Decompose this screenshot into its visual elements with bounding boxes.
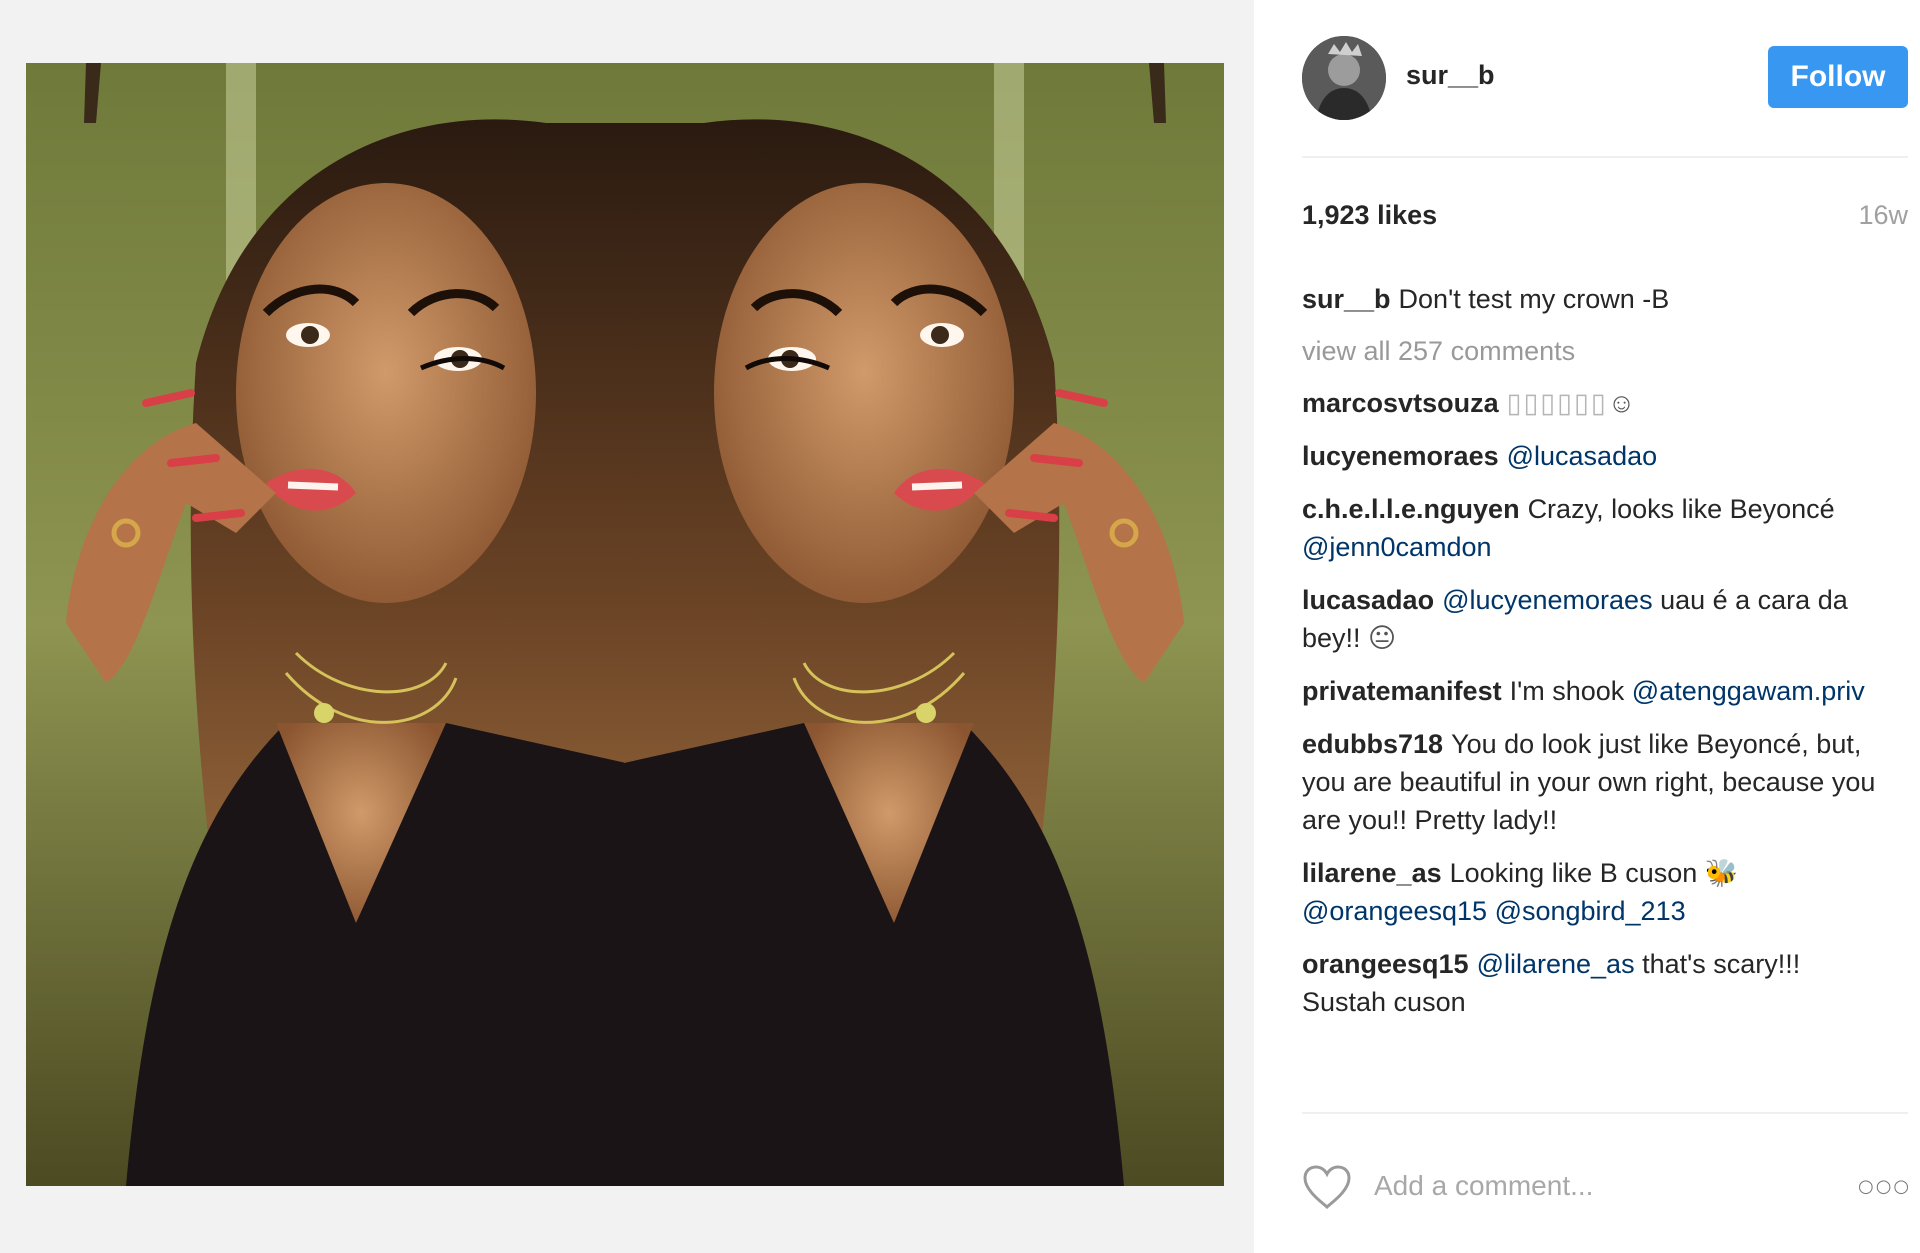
- comment-username[interactable]: lucyenemoraes: [1302, 441, 1499, 471]
- view-all-comments-link[interactable]: view all 257 comments: [1302, 332, 1882, 370]
- instagram-post-page: sur__b Follow 1,923 likes 16w sur__b Don'…: [0, 0, 1920, 1253]
- comment-mention-link[interactable]: @songbird_213: [1495, 896, 1686, 926]
- comment-text: I'm shook: [1509, 676, 1632, 706]
- caption-text: Don't test my crown -B: [1398, 284, 1670, 314]
- likes-count[interactable]: 1,923 likes: [1302, 200, 1437, 231]
- post-author-username[interactable]: sur__b: [1406, 60, 1495, 91]
- comment-username[interactable]: lucasadao: [1302, 585, 1434, 615]
- post-photo[interactable]: [26, 63, 1224, 1186]
- comment-mention-link[interactable]: @lucasadao: [1507, 441, 1658, 471]
- comment-username[interactable]: lilarene_as: [1302, 858, 1442, 888]
- comment-item: lucasadao @lucyenemoraes uau é a cara da …: [1302, 581, 1882, 657]
- post-caption: sur__b Don't test my crown -B: [1302, 280, 1882, 318]
- post-header: sur__b Follow: [1302, 30, 1908, 158]
- comments-list: sur__b Don't test my crown -B view all 25…: [1302, 280, 1882, 1036]
- follow-button[interactable]: Follow: [1768, 46, 1908, 108]
- post-photo-image: [26, 63, 1224, 1186]
- comment-text: Crazy, looks like Beyoncé: [1527, 494, 1835, 524]
- comment-username[interactable]: edubbs718: [1302, 729, 1443, 759]
- comment-item: edubbs718 You do look just like Beyoncé, …: [1302, 725, 1882, 839]
- comment-username[interactable]: orangeesq15: [1302, 949, 1469, 979]
- more-options-icon[interactable]: ○○○: [1858, 1168, 1909, 1204]
- comment-text: Looking like B cuson: [1449, 858, 1705, 888]
- comment-username[interactable]: privatemanifest: [1302, 676, 1502, 706]
- comment-item: lucyenemoraes @lucasadao: [1302, 437, 1882, 475]
- emoji-icon: 😐: [1368, 623, 1397, 653]
- emoji-icon: 🐝: [1704, 858, 1739, 888]
- avatar-image: [1302, 36, 1386, 120]
- comment-username[interactable]: marcosvtsouza: [1302, 388, 1499, 418]
- comment-username[interactable]: c.h.e.l.l.e.nguyen: [1302, 494, 1520, 524]
- post-stats: 1,923 likes 16w: [1302, 200, 1908, 240]
- comment-item: orangeesq15 @lilarene_as that's scary!!! …: [1302, 945, 1882, 1021]
- comment-item: marcosvtsouza ▯▯▯▯▯▯☺: [1302, 384, 1882, 422]
- post-details-panel: sur__b Follow 1,923 likes 16w sur__b Don'…: [1254, 0, 1920, 1253]
- media-area: [0, 0, 1254, 1253]
- comment-item: lilarene_as Looking like B cuson 🐝 @orang…: [1302, 854, 1882, 930]
- heart-outline-icon[interactable]: [1302, 1164, 1352, 1210]
- unrendered-emoji-glyphs: ▯▯▯▯▯▯: [1506, 388, 1608, 418]
- comment-item: privatemanifest I'm shook @atenggawam.pri…: [1302, 672, 1882, 710]
- comment-mention-link[interactable]: @jenn0camdon: [1302, 532, 1492, 562]
- comment-items: marcosvtsouza ▯▯▯▯▯▯☺ lucyenemoraes @lucasa…: [1302, 384, 1882, 1021]
- caption-username[interactable]: sur__b: [1302, 284, 1391, 314]
- avatar[interactable]: [1302, 36, 1386, 120]
- emoji-icon: ☺: [1607, 388, 1636, 418]
- post-actions-bar: ○○○: [1302, 1112, 1909, 1252]
- comment-text: [1487, 896, 1495, 926]
- comment-mention-link[interactable]: @atenggawam.priv: [1632, 676, 1865, 706]
- comment-mention-link[interactable]: @lilarene_as: [1477, 949, 1635, 979]
- comment-mention-link[interactable]: @lucyenemoraes: [1442, 585, 1653, 615]
- comment-mention-link[interactable]: @orangeesq15: [1302, 896, 1487, 926]
- post-age[interactable]: 16w: [1858, 200, 1908, 231]
- add-comment-input[interactable]: [1374, 1166, 1814, 1206]
- comment-item: c.h.e.l.l.e.nguyen Crazy, looks like Beyo…: [1302, 490, 1882, 566]
